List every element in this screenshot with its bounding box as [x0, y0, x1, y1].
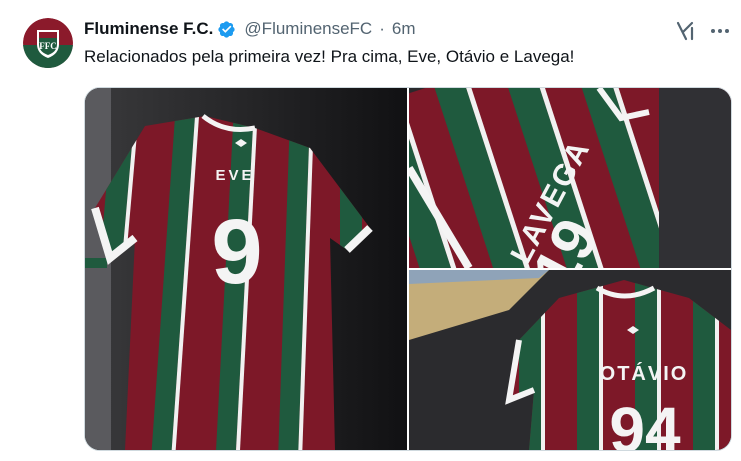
more-options-icon[interactable] — [708, 20, 732, 42]
more-dot — [718, 29, 722, 33]
shirt-name: EVE — [215, 167, 254, 184]
avatar[interactable]: FFC — [23, 18, 73, 68]
shirt-name: OTÁVIO — [600, 362, 689, 385]
svg-text:FFC: FFC — [39, 41, 57, 51]
author-name[interactable]: Fluminense F.C. — [84, 19, 213, 39]
photo-lavega-jersey[interactable]: LAVEGA 19 — [409, 88, 731, 268]
verified-badge-icon — [218, 20, 236, 38]
photo-eve-jersey[interactable]: EVE 9 — [85, 88, 407, 450]
more-dot — [725, 29, 729, 33]
tweet-text: Relacionados pela primeira vez! Pra cima… — [84, 47, 575, 66]
author-handle[interactable]: @FluminenseFC — [244, 19, 372, 39]
fluminense-crest-icon: FFC — [23, 18, 73, 68]
photo-otavio-jersey[interactable]: OTÁVIO 94 — [409, 270, 731, 450]
more-dot — [711, 29, 715, 33]
separator-dot: · — [379, 19, 385, 38]
shirt-number: 94 — [609, 394, 681, 450]
grok-icon[interactable] — [674, 20, 696, 42]
tweet-header: Fluminense F.C. @FluminenseFC · 6m — [84, 18, 416, 40]
timestamp[interactable]: 6m — [392, 19, 416, 39]
media-grid: EVE 9 LAVEGA 19 OTÁVIO 94 — [84, 87, 732, 451]
shirt-number: 9 — [211, 201, 262, 303]
